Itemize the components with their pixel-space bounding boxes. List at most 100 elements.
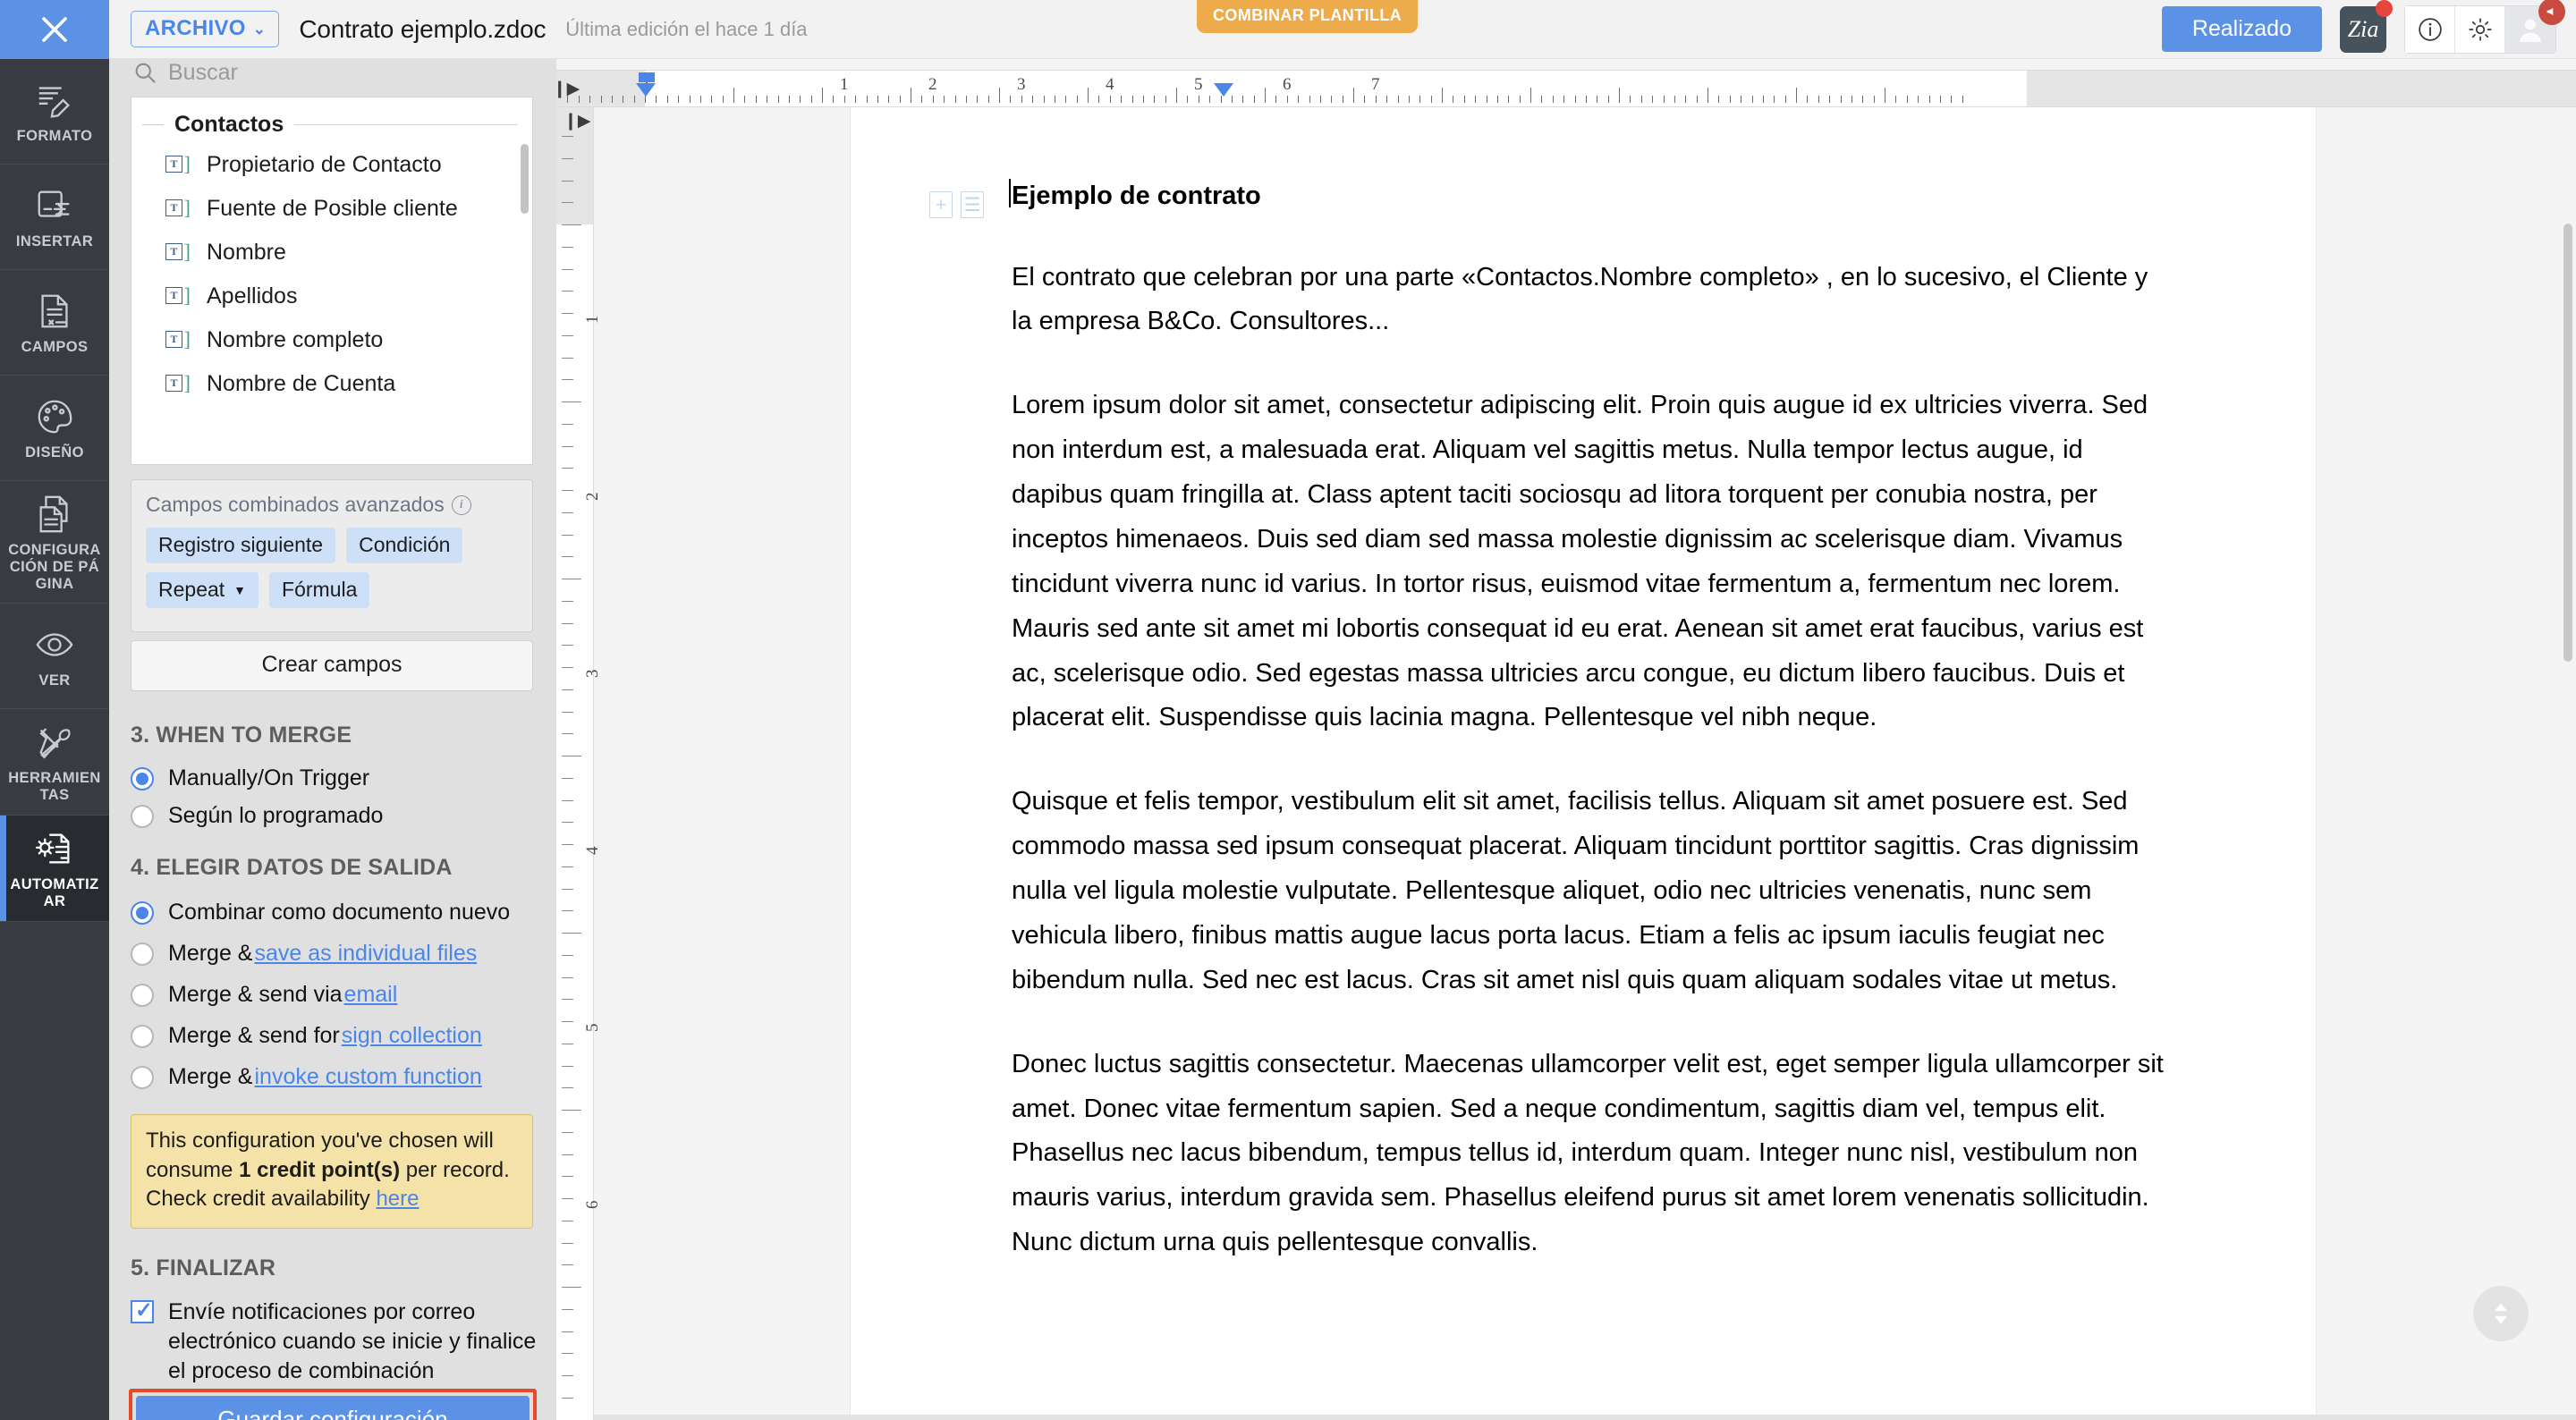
link-save-individual-files[interactable]: save as individual files: [254, 941, 477, 967]
rail-item-diseno[interactable]: DISEÑO: [0, 376, 109, 481]
radio-send-via-email[interactable]: Merge & send via email: [131, 982, 397, 1008]
list-item[interactable]: T] Propietario de Contacto: [131, 143, 532, 187]
search-input[interactable]: Buscar: [168, 60, 238, 86]
document-body[interactable]: Ejemplo de contrato El contrato que cele…: [1009, 177, 2174, 1305]
chip-condicion[interactable]: Condición: [346, 528, 463, 563]
file-menu-button[interactable]: ARCHIVO ⌄: [131, 11, 280, 47]
chip-label: Registro siguiente: [158, 533, 324, 556]
field-group-header[interactable]: Contactos: [131, 97, 532, 143]
collapse-icon: [142, 124, 164, 125]
info-button[interactable]: [2405, 5, 2455, 53]
link-sign-collection[interactable]: sign collection: [342, 1023, 482, 1049]
document-canvas[interactable]: + ☰ Ejemplo de contrato El contrato que …: [594, 107, 2576, 1420]
fields-scrollbar[interactable]: [521, 144, 529, 214]
info-circle-icon[interactable]: i: [451, 494, 471, 515]
field-label: Apellidos: [207, 283, 298, 309]
field-group-title: Contactos: [174, 112, 284, 137]
radio-label: Merge &: [168, 1064, 253, 1089]
ruler-number: 7: [1371, 75, 1380, 94]
indent-marker-top[interactable]: [639, 72, 655, 82]
done-button[interactable]: Realizado: [2161, 6, 2322, 52]
indent-marker-left[interactable]: [636, 83, 656, 97]
vruler-number: 4: [583, 846, 602, 856]
field-search-row[interactable]: Buscar: [132, 59, 517, 97]
chip-label: Condición: [359, 533, 451, 556]
format-brush-icon: [38, 87, 70, 118]
document-page[interactable]: + ☰ Ejemplo de contrato El contrato que …: [850, 107, 2317, 1420]
megaphone-badge: [2538, 0, 2565, 25]
chip-formula[interactable]: Fórmula: [269, 572, 370, 608]
radio-icon: [131, 804, 154, 828]
chevron-down-icon: ⌄: [252, 20, 267, 38]
vruler-number: 1: [583, 315, 602, 325]
field-label: Propietario de Contacto: [207, 152, 442, 177]
radio-combinar-documento-nuevo[interactable]: Combinar como documento nuevo: [131, 900, 510, 926]
document-title[interactable]: Contrato ejemplo.zdoc: [299, 15, 546, 44]
section-4-title: 4. ELEGIR DATOS DE SALIDA: [131, 855, 453, 880]
list-item[interactable]: T] Nombre de Cuenta: [131, 362, 532, 406]
list-item[interactable]: T] Fuente de Posible cliente: [131, 187, 532, 231]
link-invoke-custom-function[interactable]: invoke custom function: [254, 1064, 481, 1090]
radio-segun-lo-programado[interactable]: Según lo programado: [131, 803, 383, 829]
ruler-number: 6: [1283, 75, 1292, 94]
rail-item-insertar[interactable]: INSERTAR: [0, 165, 109, 270]
document-scrollbar[interactable]: [2563, 224, 2572, 662]
chip-repeat[interactable]: Repeat ▼: [146, 572, 259, 608]
ruler-number: 5: [1194, 75, 1203, 94]
rail-label: FORMATO: [16, 128, 93, 145]
palette-icon: [38, 400, 72, 434]
user-avatar-button[interactable]: [2505, 0, 2565, 53]
zia-assistant-button[interactable]: Zia: [2340, 0, 2393, 53]
list-item[interactable]: T] Nombre completo: [131, 318, 532, 362]
rail-item-automatizar[interactable]: AUTOMATIZAR: [0, 815, 109, 922]
rail-label: CONFIGURACIÓN DE PÁGINA: [8, 542, 101, 592]
rail-item-ver[interactable]: VER: [0, 604, 109, 710]
eye-icon: [36, 633, 73, 657]
section-3-title: 3. WHEN TO MERGE: [131, 723, 352, 748]
ruler-left-handle-icon[interactable]: ❙▶: [553, 71, 580, 106]
document-paragraph: Quisque et felis tempor, vestibulum elit…: [1012, 787, 2140, 994]
chip-registro-siguiente[interactable]: Registro siguiente: [146, 528, 336, 563]
file-menu-label: ARCHIVO: [145, 16, 246, 40]
settings-button[interactable]: [2455, 5, 2505, 53]
horizontal-ruler[interactable]: ❙▶ 1 1 2 3 4 5 6 7: [553, 70, 2576, 107]
email-notifications-checkbox-row[interactable]: Envíe notificaciones por correo electrón…: [131, 1297, 538, 1386]
add-paragraph-icon[interactable]: +: [929, 191, 953, 218]
indent-marker-right[interactable]: [1214, 83, 1233, 97]
document-paragraph: Lorem ipsum dolor sit amet, consectetur …: [1012, 391, 2148, 732]
radio-send-for-sign-collection[interactable]: Merge & send for sign collection: [131, 1023, 482, 1049]
radio-save-as-individual-files[interactable]: Merge & save as individual files: [131, 941, 477, 967]
paragraph-options-icon[interactable]: ☰: [961, 191, 984, 218]
save-configuration-button[interactable]: Guardar configuración: [136, 1396, 530, 1420]
scroll-to-button[interactable]: [2473, 1286, 2529, 1341]
rail-label: VER: [38, 672, 71, 689]
notification-dot-icon: [2376, 0, 2393, 17]
radio-manually-on-trigger[interactable]: Manually/On Trigger: [131, 765, 369, 791]
list-item[interactable]: T] Nombre: [131, 231, 532, 275]
list-item[interactable]: T] Apellidos: [131, 275, 532, 318]
fields-document-icon: [41, 294, 68, 328]
vruler-number: 2: [583, 492, 602, 502]
vruler-top-handle-icon[interactable]: ❙▶: [564, 111, 591, 131]
vertical-ruler[interactable]: ❙▶ 1 2 3 4 5 6: [556, 107, 602, 1420]
merge-fields-list: Contactos T] Propietario de Contacto T] …: [131, 97, 533, 465]
rail-item-configuracion-de-pagina[interactable]: CONFIGURACIÓN DE PÁGINA: [0, 481, 109, 604]
megaphone-icon: [2546, 7, 2554, 15]
checkbox-icon: [131, 1297, 154, 1325]
close-button[interactable]: [0, 0, 109, 59]
radio-icon: [131, 942, 154, 966]
link-check-credit[interactable]: here: [376, 1187, 419, 1211]
link-email[interactable]: email: [344, 982, 398, 1008]
text-field-icon: T]: [165, 241, 191, 264]
create-fields-button[interactable]: Crear campos: [131, 640, 533, 691]
rail-label: INSERTAR: [15, 233, 94, 250]
vruler-number: 3: [583, 669, 602, 679]
rail-item-formato[interactable]: FORMATO: [0, 59, 109, 165]
rail-label: CAMPOS: [21, 339, 89, 356]
close-icon: [42, 16, 67, 42]
left-rail: FORMATO INSERTAR CAMPOS DISEÑO CONFIGURA…: [0, 59, 109, 1420]
rail-item-campos[interactable]: CAMPOS: [0, 270, 109, 376]
radio-invoke-custom-function[interactable]: Merge & invoke custom function: [131, 1064, 482, 1090]
advanced-title: Campos combinados avanzados: [146, 493, 445, 516]
rail-item-herramientas[interactable]: HERRAMIENTAS: [0, 709, 109, 816]
